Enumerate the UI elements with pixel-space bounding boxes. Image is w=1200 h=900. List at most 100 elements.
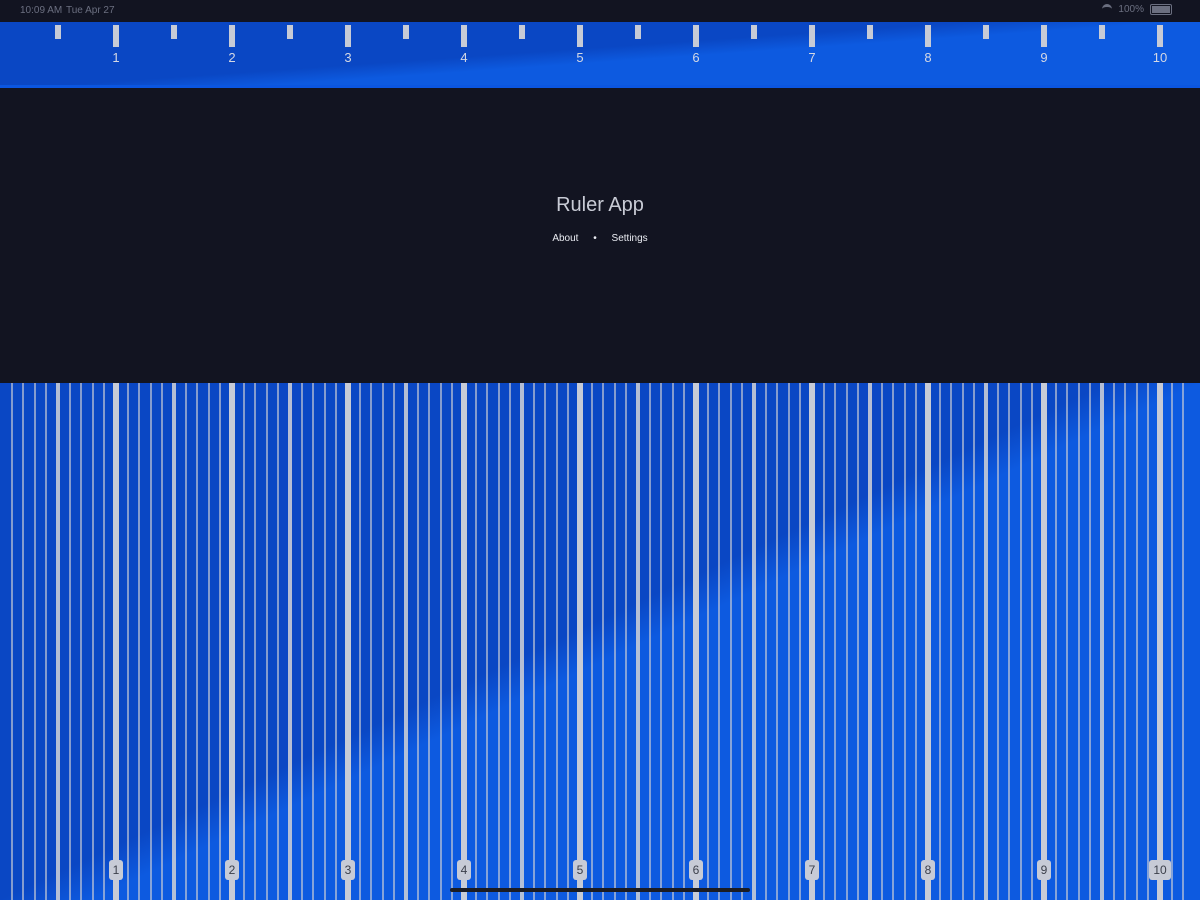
top-ruler-label: 8 [924, 50, 932, 65]
bottom-ruler-minor-tick [161, 383, 164, 900]
bottom-ruler-minor-tick [149, 383, 152, 900]
bottom-ruler-half-tick [288, 383, 292, 900]
top-ruler-label: 9 [1040, 50, 1048, 65]
top-ruler-minor-tick [171, 25, 177, 39]
top-ruler-major-tick [113, 25, 119, 47]
bottom-ruler-minor-tick [1031, 383, 1034, 900]
status-bar: 10:09 AM Tue Apr 27 100% [0, 0, 1200, 22]
top-ruler-minor-tick [403, 25, 409, 39]
bottom-ruler-minor-tick [973, 383, 976, 900]
bottom-ruler-minor-tick [265, 383, 268, 900]
top-ruler-major-tick [1157, 25, 1163, 47]
top-ruler-minor-tick [1099, 25, 1105, 39]
top-ruler-minor-tick [287, 25, 293, 39]
bottom-ruler-minor-tick [903, 383, 906, 900]
bottom-ruler-minor-tick [822, 383, 825, 900]
bottom-ruler-minor-tick [1170, 383, 1173, 900]
bottom-ruler-minor-tick [486, 383, 489, 900]
bottom-ruler-major-tick [1041, 383, 1047, 900]
bottom-ruler-major-tick [113, 383, 119, 900]
bottom-ruler-minor-tick [625, 383, 628, 900]
bottom-ruler-major-tick [577, 383, 583, 900]
settings-link[interactable]: Settings [612, 233, 648, 244]
top-ruler-major-tick [809, 25, 815, 47]
bottom-ruler-minor-tick [845, 383, 848, 900]
bottom-ruler-minor-tick [254, 383, 257, 900]
bottom-ruler-minor-tick [416, 383, 419, 900]
bottom-ruler-half-tick [984, 383, 988, 900]
bottom-ruler-major-tick [461, 383, 467, 900]
bottom-ruler-major-tick [809, 383, 815, 900]
top-ruler-major-tick [577, 25, 583, 47]
bottom-ruler[interactable]: 1 2 3 4 5 6 7 8 9 10 [0, 383, 1200, 900]
bottom-ruler-major-tick [693, 383, 699, 900]
bottom-ruler-minor-tick [474, 383, 477, 900]
bottom-ruler-minor-tick [544, 383, 547, 900]
bottom-ruler-label: 8 [921, 860, 935, 880]
about-link[interactable]: About [552, 233, 578, 244]
bottom-ruler-minor-tick [497, 383, 500, 900]
top-ruler-minor-tick [751, 25, 757, 39]
bottom-ruler-major-tick [345, 383, 351, 900]
bottom-ruler-minor-tick [648, 383, 651, 900]
bottom-ruler-minor-tick [567, 383, 570, 900]
bottom-ruler-minor-tick [718, 383, 721, 900]
bottom-ruler-label: 3 [341, 860, 355, 880]
bottom-ruler-minor-tick [938, 383, 941, 900]
bottom-ruler-minor-tick [532, 383, 535, 900]
bottom-ruler-label: 10 [1149, 860, 1171, 880]
bottom-ruler-minor-tick [787, 383, 790, 900]
bottom-ruler-minor-tick [91, 383, 94, 900]
bottom-ruler-minor-tick [22, 383, 25, 900]
bottom-ruler-minor-tick [219, 383, 222, 900]
bottom-ruler-minor-tick [103, 383, 106, 900]
bottom-ruler-minor-tick [242, 383, 245, 900]
bottom-ruler-label: 7 [805, 860, 819, 880]
bottom-ruler-label: 6 [689, 860, 703, 880]
bottom-ruler-minor-tick [1077, 383, 1080, 900]
center-panel: Ruler App About • Settings [0, 88, 1200, 383]
nav-links: About • Settings [0, 233, 1200, 244]
bottom-ruler-minor-tick [764, 383, 767, 900]
status-date: Tue Apr 27 [66, 5, 115, 16]
bottom-ruler-minor-tick [950, 383, 953, 900]
top-ruler-label: 10 [1152, 50, 1168, 65]
bottom-ruler-minor-tick [277, 383, 280, 900]
bottom-ruler-minor-tick [138, 383, 141, 900]
top-ruler-major-tick [1041, 25, 1047, 47]
top-ruler[interactable]: 1 2 3 4 5 6 7 8 9 10 [0, 22, 1200, 88]
bottom-ruler-half-tick [1100, 383, 1104, 900]
bottom-ruler-minor-tick [300, 383, 303, 900]
bottom-ruler-minor-tick [1089, 383, 1092, 900]
bottom-ruler-minor-tick [509, 383, 512, 900]
battery-percent: 100% [1118, 4, 1144, 15]
bottom-ruler-minor-tick [10, 383, 13, 900]
top-ruler-label: 3 [344, 50, 352, 65]
bottom-ruler-half-tick [172, 383, 176, 900]
bottom-ruler-minor-tick [729, 383, 732, 900]
battery-icon [1150, 4, 1172, 15]
bottom-ruler-minor-tick [1135, 383, 1138, 900]
bottom-ruler-minor-tick [834, 383, 837, 900]
bottom-ruler-minor-tick [381, 383, 384, 900]
bottom-ruler-label: 2 [225, 860, 239, 880]
bottom-ruler-minor-tick [660, 383, 663, 900]
bottom-ruler-minor-tick [312, 383, 315, 900]
bottom-ruler-minor-tick [741, 383, 744, 900]
bottom-ruler-label: 1 [109, 860, 123, 880]
bottom-ruler-minor-tick [1019, 383, 1022, 900]
top-ruler-minor-tick [55, 25, 61, 39]
bottom-ruler-minor-tick [671, 383, 674, 900]
app-title: Ruler App [556, 194, 644, 216]
top-ruler-major-tick [461, 25, 467, 47]
bottom-ruler-minor-tick [1182, 383, 1185, 900]
bottom-ruler-minor-tick [996, 383, 999, 900]
bottom-ruler-half-tick [404, 383, 408, 900]
bottom-ruler-minor-tick [1112, 383, 1115, 900]
bottom-ruler-minor-tick [207, 383, 210, 900]
bottom-ruler-minor-tick [45, 383, 48, 900]
bottom-ruler-major-tick [1157, 383, 1163, 900]
home-indicator[interactable] [450, 888, 750, 892]
bottom-ruler-half-tick [56, 383, 60, 900]
bottom-ruler-label: 5 [573, 860, 587, 880]
